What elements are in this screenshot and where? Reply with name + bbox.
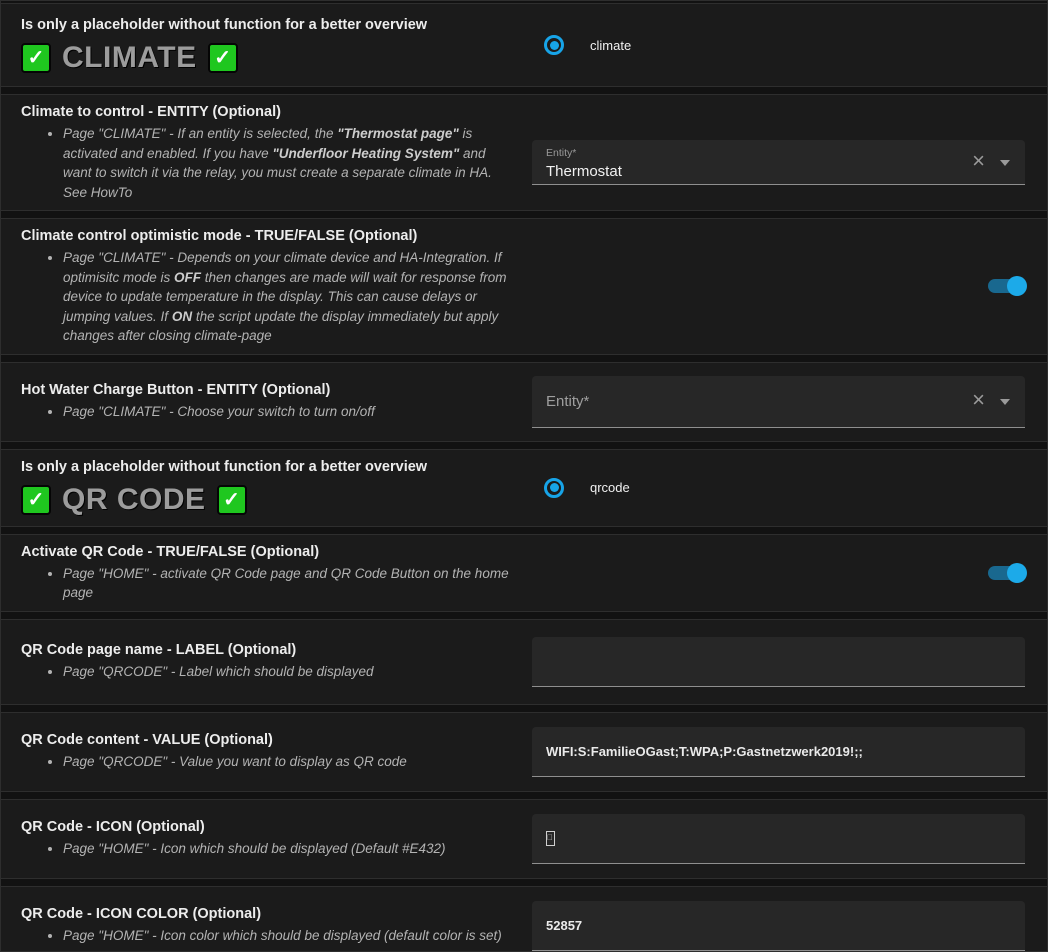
clear-icon[interactable]: ×	[972, 390, 985, 410]
section-qrcode-page-name: QR Code page name - LABEL (Optional) Pag…	[1, 619, 1047, 705]
description-text: Page "CLIMATE" - Choose your switch to t…	[63, 402, 513, 422]
row-title: Climate control optimistic mode - TRUE/F…	[21, 227, 518, 246]
climate-radio-group: climate	[544, 35, 631, 55]
section-activate-qrcode: Activate QR Code - TRUE/FALSE (Optional)…	[1, 534, 1047, 612]
qrcode-radio-label[interactable]: qrcode	[590, 480, 630, 495]
row-title: Hot Water Charge Button - ENTITY (Option…	[21, 381, 518, 400]
row-description: Page "QRCODE" - Label which should be di…	[21, 662, 518, 682]
section-qrcode-content: QR Code content - VALUE (Optional) Page …	[1, 712, 1047, 792]
section-qrcode-overview: Is only a placeholder without function f…	[1, 449, 1047, 527]
description-text: Page "QRCODE" - Label which should be di…	[63, 662, 513, 682]
section-climate-overview: Is only a placeholder without function f…	[1, 3, 1047, 87]
check-icon: ✓	[208, 43, 238, 73]
qrcode-heading-row: ✓ QR CODE ✓	[21, 483, 518, 517]
section-optimistic-mode: Climate control optimistic mode - TRUE/F…	[1, 218, 1047, 355]
description-text: Page "CLIMATE" - If an entity is selecte…	[63, 124, 513, 202]
check-icon: ✓	[21, 485, 51, 515]
toggle-knob	[1007, 563, 1027, 583]
qrcode-heading: QR CODE	[62, 483, 206, 517]
radio-dot	[550, 483, 559, 492]
description-text: Page "QRCODE" - Value you want to displa…	[63, 752, 513, 772]
hot-water-entity-select[interactable]: Entity* ×	[532, 376, 1025, 428]
climate-heading-row: ✓ CLIMATE ✓	[21, 41, 518, 75]
check-icon: ✓	[21, 43, 51, 73]
toggle-knob	[1007, 276, 1027, 296]
qrcode-radio[interactable]	[544, 478, 564, 498]
qr-icon-input[interactable]: 	[532, 814, 1025, 864]
row-description: Page "HOME" - Icon color which should be…	[21, 926, 518, 946]
entity-select-label: Entity*	[546, 147, 955, 160]
row-title: QR Code content - VALUE (Optional)	[21, 731, 518, 750]
qrcode-radio-group: qrcode	[544, 478, 630, 498]
description-text: Page "CLIMATE" - Depends on your climate…	[63, 248, 513, 346]
entity-select-label: Entity*	[546, 393, 589, 410]
check-icon: ✓	[217, 485, 247, 515]
row-description: Page "CLIMATE" - Choose your switch to t…	[21, 402, 518, 422]
tofu-glyph: 	[546, 831, 555, 846]
row-title: Activate QR Code - TRUE/FALSE (Optional)	[21, 543, 518, 562]
row-description: Page "HOME" - Icon which should be displ…	[21, 839, 518, 859]
row-title: QR Code page name - LABEL (Optional)	[21, 641, 518, 660]
description-text: Page "HOME" - activate QR Code page and …	[63, 564, 513, 603]
activate-qrcode-toggle[interactable]	[988, 563, 1025, 583]
climate-radio-label[interactable]: climate	[590, 38, 631, 53]
row-title: QR Code - ICON COLOR (Optional)	[21, 905, 518, 924]
section-qrcode-icon-color: QR Code - ICON COLOR (Optional) Page "HO…	[1, 886, 1047, 952]
qr-icon-color-input[interactable]	[532, 901, 1025, 951]
climate-heading: CLIMATE	[62, 41, 197, 75]
placeholder-note: Is only a placeholder without function f…	[21, 458, 518, 476]
chevron-down-icon[interactable]	[1000, 160, 1010, 166]
row-title: QR Code - ICON (Optional)	[21, 818, 518, 837]
qr-label-input[interactable]	[532, 637, 1025, 687]
placeholder-note: Is only a placeholder without function f…	[21, 16, 518, 34]
section-qrcode-icon: QR Code - ICON (Optional) Page "HOME" - …	[1, 799, 1047, 879]
row-description: Page "HOME" - activate QR Code page and …	[21, 564, 518, 603]
radio-dot	[550, 41, 559, 50]
row-description: Page "CLIMATE" - If an entity is selecte…	[21, 124, 518, 202]
climate-radio[interactable]	[544, 35, 564, 55]
clear-icon[interactable]: ×	[972, 151, 985, 171]
climate-overview-text: Is only a placeholder without function f…	[1, 8, 532, 83]
section-hot-water-charge: Hot Water Charge Button - ENTITY (Option…	[1, 362, 1047, 442]
qrcode-overview-text: Is only a placeholder without function f…	[1, 450, 532, 525]
qr-content-input[interactable]	[532, 727, 1025, 777]
row-description: Page "CLIMATE" - Depends on your climate…	[21, 248, 518, 346]
chevron-down-icon[interactable]	[1000, 399, 1010, 405]
blueprint-config-panel: Is only a placeholder without function f…	[0, 0, 1048, 952]
row-title: Climate to control - ENTITY (Optional)	[21, 103, 518, 122]
description-text: Page "HOME" - Icon color which should be…	[63, 926, 513, 946]
row-description: Page "QRCODE" - Value you want to displa…	[21, 752, 518, 772]
entity-select-value: Thermostat	[546, 162, 955, 182]
description-text: Page "HOME" - Icon which should be displ…	[63, 839, 513, 859]
climate-entity-select[interactable]: Entity* Thermostat ×	[532, 140, 1025, 185]
section-climate-to-control: Climate to control - ENTITY (Optional) P…	[1, 94, 1047, 211]
optimistic-mode-toggle[interactable]	[988, 276, 1025, 296]
